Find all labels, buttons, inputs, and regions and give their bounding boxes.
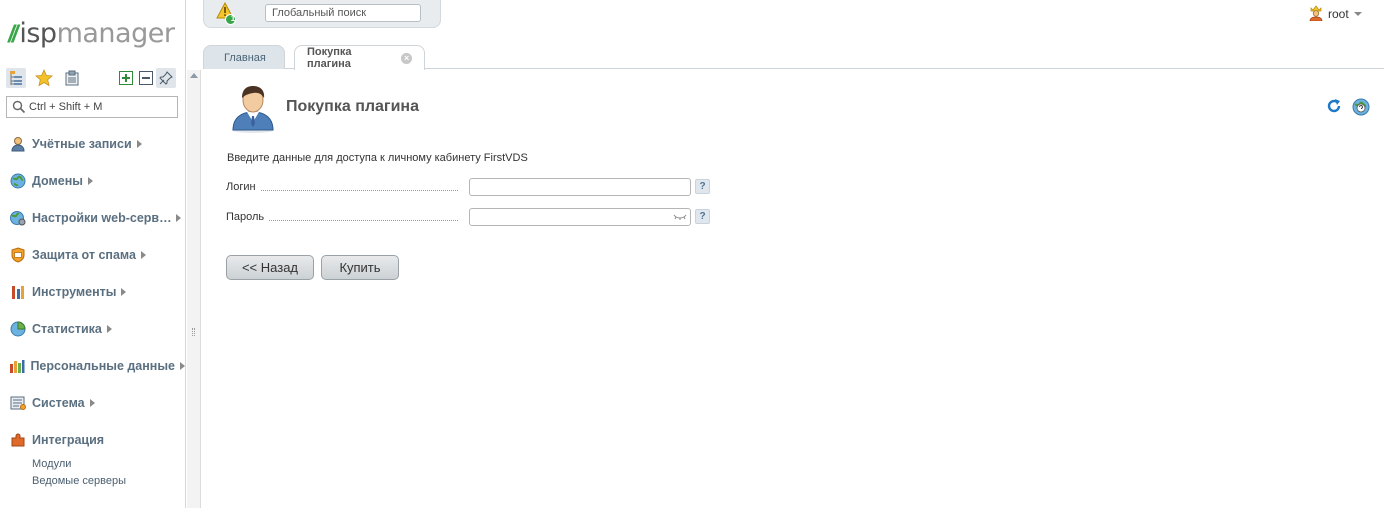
user-page-icon: [228, 82, 278, 134]
puzzle-icon: [9, 431, 27, 449]
logo-text-manager: manager: [56, 18, 175, 49]
users-icon: [9, 135, 27, 153]
user-menu[interactable]: root: [1309, 4, 1362, 24]
form-intro-text: Введите данные для доступа к личному каб…: [227, 152, 528, 164]
menu-item-integration[interactable]: Интеграция: [9, 430, 185, 450]
globe-icon: [9, 172, 27, 190]
show-password-eye-icon[interactable]: [673, 213, 687, 221]
menu-item-statistics[interactable]: Статистика: [9, 319, 185, 339]
expand-arrow-icon: [106, 325, 112, 333]
login-label: Логин: [226, 181, 260, 193]
close-tab-icon[interactable]: ×: [401, 52, 412, 64]
favorites-star-icon[interactable]: [34, 68, 54, 88]
left-panel: // isp manager Учётные записи: [0, 0, 186, 508]
page-title: Покупка плагина: [286, 98, 419, 115]
menu-search-box: [6, 96, 178, 118]
expand-arrow-icon: [180, 362, 185, 370]
password-row: Пароль ?: [226, 208, 716, 228]
login-row: Логин ?: [226, 178, 716, 198]
expand-arrow-icon: [87, 177, 93, 185]
menu-subitem-modules[interactable]: Модули: [32, 458, 71, 470]
menu-item-domains[interactable]: Домены: [9, 171, 185, 191]
panel-splitter[interactable]: [187, 70, 201, 508]
spam-shield-icon: [9, 246, 27, 264]
menu-item-spam-protection[interactable]: Защита от спама: [9, 245, 185, 265]
search-icon: [12, 100, 26, 114]
logo-mark-icon: //: [8, 21, 18, 48]
isp-manager-logo[interactable]: // isp manager: [8, 18, 175, 49]
password-help-icon[interactable]: ?: [695, 209, 710, 224]
menu-item-web-server-settings[interactable]: Настройки web-серв…: [9, 208, 185, 228]
expand-arrow-icon: [121, 288, 127, 296]
menu-item-tools[interactable]: Инструменты: [9, 282, 185, 302]
pie-chart-icon: [9, 320, 27, 338]
scroll-up-arrow-icon[interactable]: [190, 73, 198, 78]
buy-button[interactable]: Купить: [321, 255, 399, 280]
global-search-input[interactable]: [265, 4, 421, 22]
system-icon: [9, 394, 27, 412]
expand-arrow-icon: [136, 140, 142, 148]
menu-item-personal-data[interactable]: Персональные данные: [9, 356, 185, 376]
logo-text-isp: isp: [19, 18, 57, 49]
tree-view-icon[interactable]: [6, 68, 26, 88]
password-label: Пароль: [226, 211, 269, 223]
expand-arrow-icon: [176, 214, 181, 222]
login-help-icon[interactable]: ?: [695, 179, 710, 194]
clipboard-icon[interactable]: [62, 68, 82, 88]
expand-arrow-icon: [89, 399, 95, 407]
password-input[interactable]: [469, 208, 691, 226]
menu-item-system[interactable]: Система: [9, 393, 185, 413]
refresh-icon[interactable]: [1326, 98, 1342, 114]
top-bar: 1: [203, 0, 441, 28]
expand-arrow-icon: [140, 251, 146, 259]
chevron-down-icon: [1353, 12, 1362, 16]
tab-main[interactable]: Главная: [203, 45, 285, 69]
username: root: [1328, 7, 1349, 21]
alert-count-badge: 1: [230, 14, 236, 23]
alert-warning-icon[interactable]: 1: [216, 1, 236, 25]
help-globe-icon[interactable]: [1352, 98, 1370, 116]
menu-item-accounts[interactable]: Учётные записи: [9, 134, 185, 154]
menu-search-input[interactable]: [29, 99, 174, 115]
label-leader-dots: [226, 190, 458, 191]
splitter-grip-icon[interactable]: [192, 328, 195, 336]
tab-buy-plugin[interactable]: Покупка плагина ×: [294, 45, 425, 70]
web-settings-icon: [9, 209, 27, 227]
user-avatar-icon: [1309, 4, 1323, 24]
back-button[interactable]: << Назад: [226, 255, 314, 280]
login-input[interactable]: [469, 178, 691, 196]
menu-subitem-slave-servers[interactable]: Ведомые серверы: [32, 475, 126, 487]
tools-icon: [9, 283, 27, 301]
bar-chart-icon: [9, 357, 25, 375]
pin-icon[interactable]: [156, 68, 176, 88]
expand-all-icon[interactable]: [116, 68, 136, 88]
menu-toolbar: [6, 68, 178, 88]
collapse-all-icon[interactable]: [136, 68, 156, 88]
